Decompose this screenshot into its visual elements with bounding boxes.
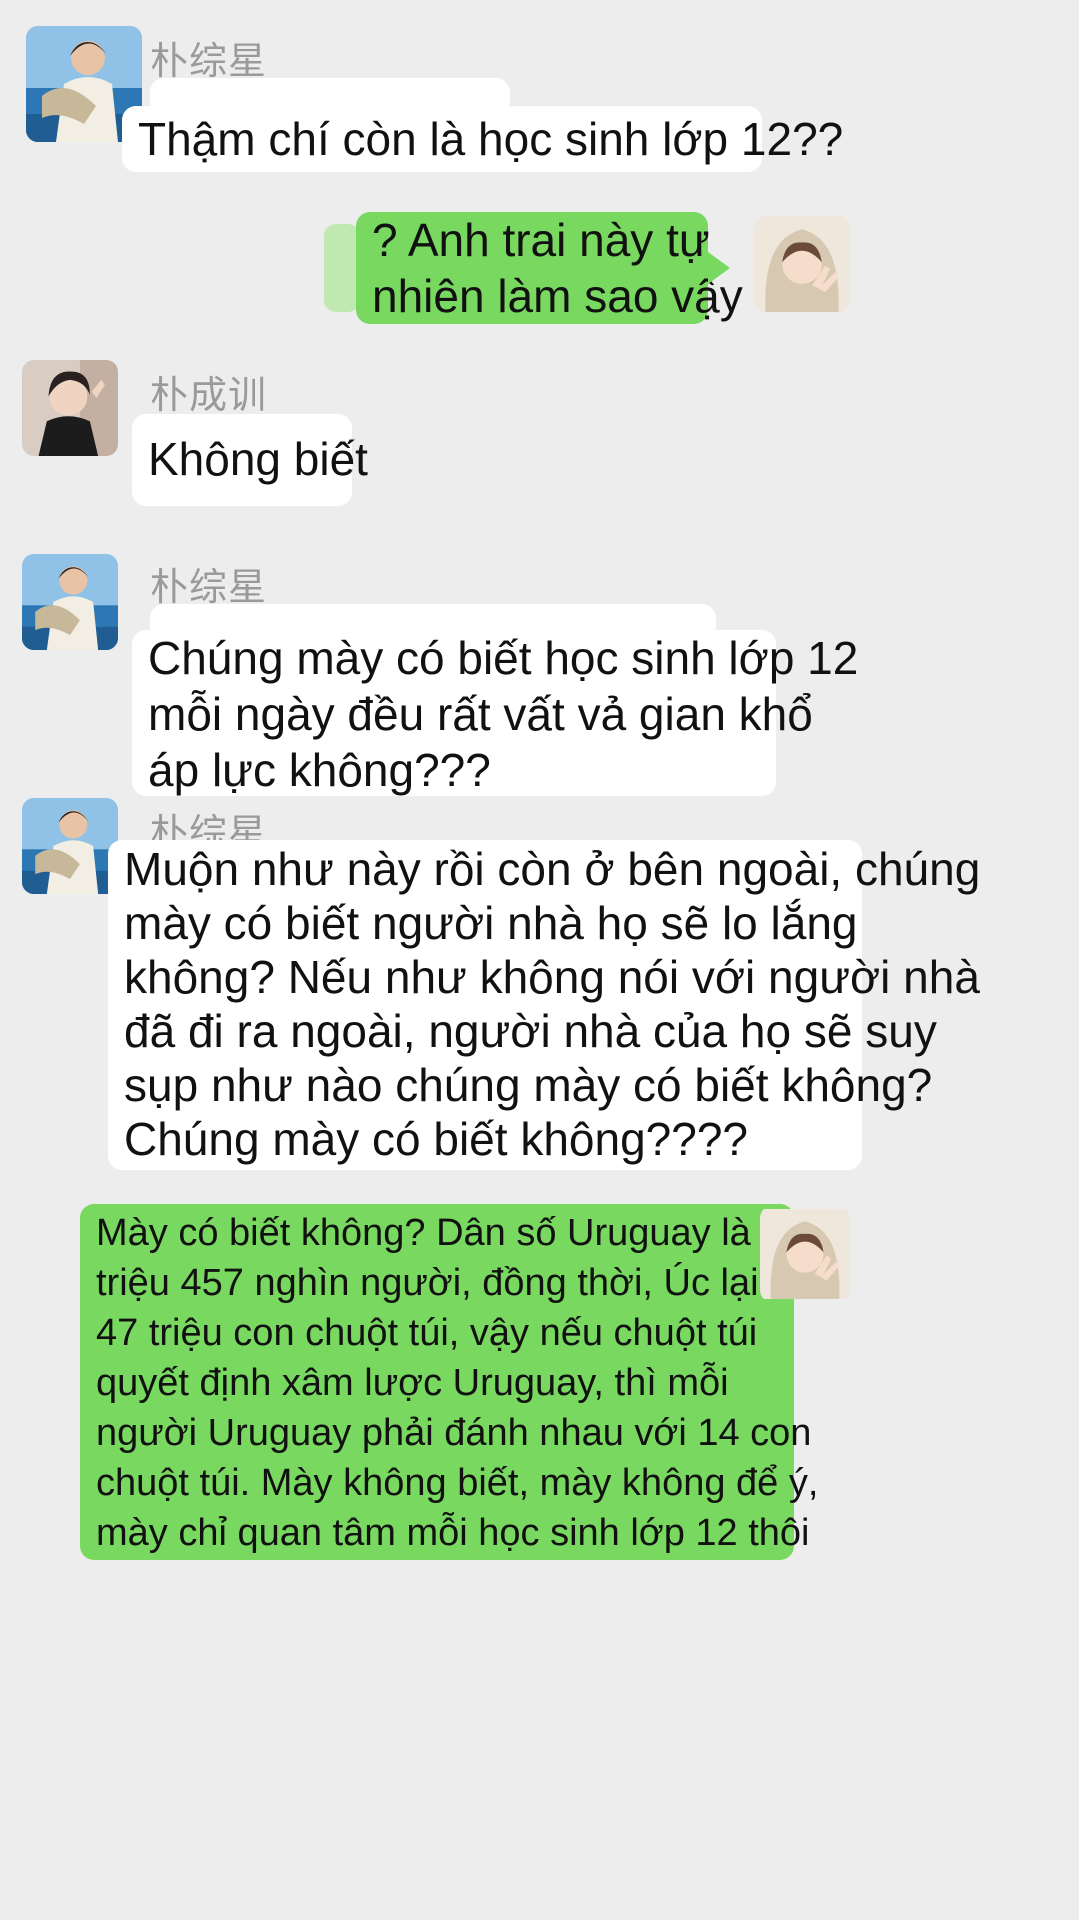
message-bubble[interactable]: Không biết [132,414,368,506]
message-line: ? Anh trai này tự [372,214,710,266]
message-bubble[interactable]: ? Anh trai này tự nhiên làm sao vậy [356,212,743,324]
chat-view: 朴综星 Thậm chí còn là học sinh lớp 12?? ? … [0,0,1079,1920]
message-line: 47 triệu con chuột túi, vậy nếu chuột tú… [96,1312,758,1354]
message-line: Chúng mày có biết không???? [124,1113,748,1165]
message-line: sụp như nào chúng mày có biết không? [124,1059,933,1111]
sender-avatar-icon[interactable] [22,554,118,650]
message-line: triệu 457 nghìn người, đồng thời, Úc lại… [96,1262,810,1304]
message-line: Chúng mày có biết học sinh lớp 12 [148,632,859,684]
sender-avatar-icon[interactable] [22,798,118,894]
bubble-tail [708,252,730,284]
message-line: người Uruguay phải đánh nhau với 14 con [96,1412,812,1454]
bubble-shadow [324,224,360,312]
message-line: Thậm chí còn là học sinh lớp 12?? [138,113,844,165]
message-line: nhiên làm sao vậy [372,270,743,322]
sender-name: 朴成训 [150,375,268,417]
message-line: mày chỉ quan tâm mỗi học sinh lớp 12 thô… [96,1512,810,1554]
message-bubble[interactable]: Mày có biết không? Dân số Uruguay là 3 t… [80,1204,819,1560]
sender-name: 朴综星 [150,567,268,609]
message-line: Mày có biết không? Dân số Uruguay là 3 [96,1212,783,1254]
message-line: Muộn như này rồi còn ở bên ngoài, chúng [124,843,981,895]
message-bubble[interactable]: Chúng mày có biết học sinh lớp 12 mỗi ng… [132,630,859,796]
message-bubble[interactable]: Muộn như này rồi còn ở bên ngoài, chúng … [108,840,981,1170]
message-line: quyết định xâm lược Uruguay, thì mỗi [96,1362,729,1404]
message-line: mỗi ngày đều rất vất vả gian khổ [148,688,813,740]
sender-name: 朴综星 [150,41,268,83]
message-line: chuột túi. Mày không biết, mày không để … [96,1462,819,1504]
message-line: mày có biết người nhà họ sẽ lo lắng [124,897,858,949]
message-line: áp lực không??? [148,744,491,796]
message-line: Không biết [148,433,368,485]
sender-avatar-icon[interactable] [22,360,118,456]
message-bubble[interactable]: Thậm chí còn là học sinh lớp 12?? [122,106,844,172]
my-avatar-icon[interactable] [754,216,850,312]
my-avatar-icon[interactable] [760,1206,850,1302]
message-line: đã đi ra ngoài, người nhà của họ sẽ suy [124,1005,937,1057]
message-line: không? Nếu như không nói với người nhà [124,951,980,1003]
